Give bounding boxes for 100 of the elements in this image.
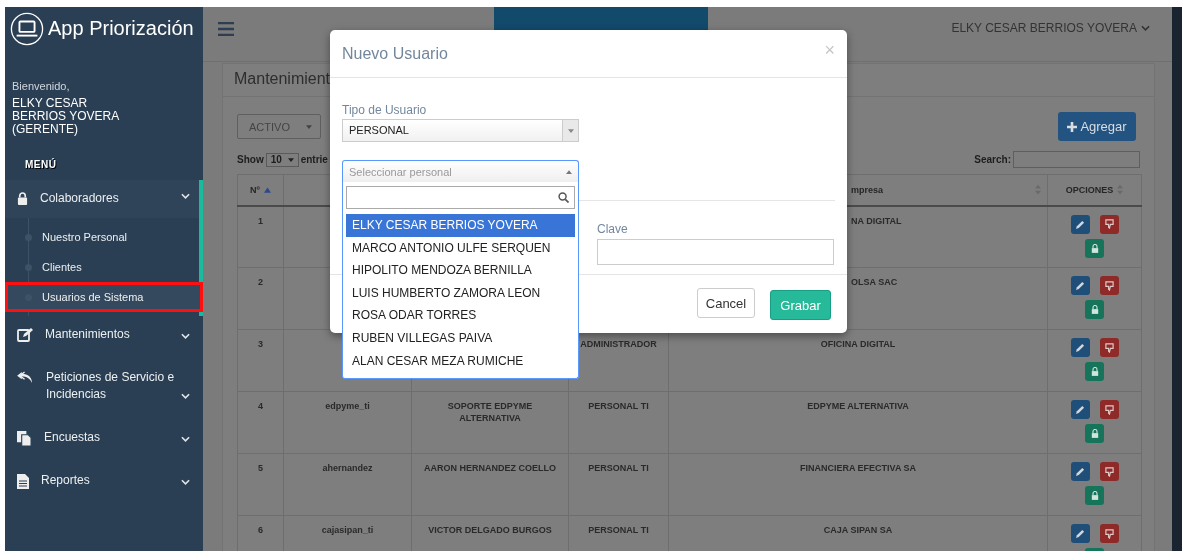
user-type-select[interactable]: PERSONAL [342, 119, 579, 142]
disable-button[interactable] [1099, 338, 1119, 357]
cancel-button[interactable]: Cancel [697, 288, 755, 318]
pencil-icon [1075, 467, 1085, 476]
edit-button[interactable] [1070, 214, 1090, 234]
thumbs-down-icon [1104, 466, 1114, 477]
table-cell: PERSONAL TI [568, 453, 669, 516]
add-button[interactable]: Agregar [1058, 112, 1136, 141]
password-field[interactable] [597, 239, 834, 265]
menu-heading: MENÚ [25, 158, 58, 170]
lock-icon [1090, 429, 1099, 438]
menu-item-label: Reportes [41, 471, 91, 489]
thumbs-down-icon [1104, 342, 1114, 353]
chevron-down-icon [181, 392, 190, 399]
dropdown-option[interactable]: LUIS HUMBERTO ZAMORA LEON [346, 281, 575, 305]
table-cell: PERSONAL TI [568, 391, 669, 454]
show-label: Show [237, 154, 264, 165]
menu-item-label: Encuestas [44, 428, 102, 446]
edit-button[interactable] [1070, 400, 1090, 419]
edit-button[interactable] [1070, 524, 1090, 543]
dropdown-option[interactable]: ROSA ODAR TORRES [346, 304, 575, 327]
field-label: Clave [597, 222, 629, 236]
disable-button[interactable] [1099, 276, 1119, 295]
chevron-down-icon [181, 478, 190, 485]
table-cell: 5 [237, 453, 284, 516]
menu-item[interactable]: Colaboradores [5, 179, 199, 218]
edit-button[interactable] [1070, 462, 1090, 481]
table-cell: SOPORTE EDPYME ALTERNATIVA [411, 391, 569, 454]
table-cell: 1 [237, 205, 284, 268]
welcome-text: Bienvenido, [12, 80, 71, 92]
thumbs-down-icon [1104, 404, 1114, 415]
table-cell: ahernandez [283, 453, 412, 516]
edit-icon [17, 327, 33, 342]
laptop-icon [10, 11, 44, 46]
submenu-item[interactable]: Usuarios de Sistema [5, 281, 203, 312]
lock-icon [1090, 367, 1099, 376]
reply-all-icon [17, 370, 34, 384]
dropdown-option[interactable]: ELKY CESAR BERRIOS YOVERA [346, 214, 575, 237]
edit-button[interactable] [1070, 276, 1090, 295]
lock-button[interactable] [1085, 300, 1104, 319]
column-label: OPCIONES [1065, 184, 1114, 195]
menu-item[interactable]: Reportes [5, 461, 203, 499]
menu-item[interactable]: Mantenimientos [5, 315, 203, 353]
caret-icon [287, 157, 294, 162]
field-label: Tipo de Usuario [342, 103, 428, 117]
page-size-select[interactable]: 10 [265, 152, 299, 167]
pencil-icon [1075, 219, 1085, 229]
pencil-icon [1075, 281, 1085, 290]
table-cell: 2 [237, 267, 284, 330]
column-header[interactable]: Nº [237, 174, 284, 206]
menu-item[interactable]: Encuestas [5, 418, 203, 456]
dropdown-option[interactable]: HIPOLITO MENDOZA BERNILLA [346, 259, 575, 282]
table-cell: edpyme_ti [283, 391, 412, 454]
submenu-item[interactable]: Nuestro Personal [5, 221, 199, 252]
menu-item-label: Mantenimientos [45, 325, 131, 343]
column-label: mpresa [851, 184, 884, 195]
disable-button[interactable] [1099, 462, 1119, 481]
table-cell: 6 [237, 515, 284, 551]
chevron-down-icon [181, 332, 190, 339]
table-cell: FINANCIERA EFECTIVA SA [668, 453, 1048, 516]
lock-button[interactable] [1085, 238, 1104, 258]
thumbs-down-icon [1104, 528, 1114, 539]
search-icon [558, 192, 569, 203]
table-cell: 4 [237, 391, 284, 454]
lock-icon [1090, 305, 1099, 314]
user-name: ELKY CESAR BERRIOS YOVERA (GERENTE) [12, 97, 120, 137]
chevron-down-icon [181, 435, 190, 442]
disable-button[interactable] [1099, 400, 1119, 419]
submenu-item[interactable]: Clientes [5, 251, 199, 282]
search-field[interactable] [1013, 151, 1140, 168]
table-cell: EDPYME ALTERNATIVA [668, 391, 1048, 454]
chevron-down-icon [1141, 25, 1150, 31]
menu-item-label: Colaboradores [40, 189, 120, 207]
menu-icon[interactable] [218, 22, 234, 36]
thumbs-down-icon [1104, 219, 1114, 229]
column-label: Nº [250, 184, 260, 195]
disable-button[interactable] [1099, 214, 1119, 234]
plus-icon [1067, 121, 1078, 132]
file-text-icon [17, 473, 29, 489]
edit-button[interactable] [1070, 338, 1090, 357]
disable-button[interactable] [1099, 524, 1119, 543]
documents-icon [17, 430, 32, 446]
menu-item-label: Peticiones de Servicio e Incidencias [46, 368, 176, 403]
dropdown-option[interactable]: MARCO ANTONIO ULFE SERQUEN [346, 236, 575, 260]
caret-icon [306, 124, 312, 129]
search-label: Search: [974, 154, 1011, 165]
lock-icon [17, 191, 28, 205]
lock-button[interactable] [1085, 362, 1104, 381]
pencil-icon [1075, 405, 1085, 414]
caret-icon [566, 170, 572, 174]
chevron-down-icon [181, 193, 190, 200]
lock-button[interactable] [1085, 486, 1104, 505]
app-title: App Priorización [48, 17, 194, 40]
menu-item[interactable]: Peticiones de Servicio e Incidencias [5, 358, 203, 413]
lock-button[interactable] [1085, 424, 1104, 443]
caret-icon [567, 128, 574, 133]
column-header[interactable]: OPCIONES [1047, 174, 1142, 206]
table-cell: 3 [237, 329, 284, 392]
pencil-icon [1075, 529, 1085, 538]
dropdown-search-field[interactable] [346, 186, 575, 209]
